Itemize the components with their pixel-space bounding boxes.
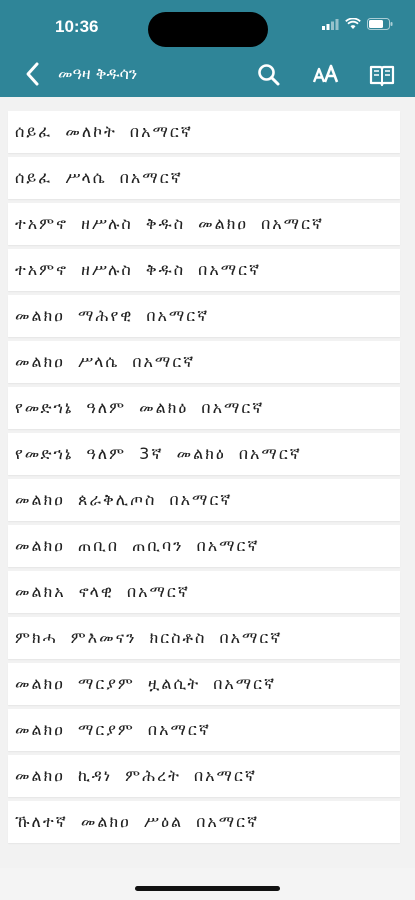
list-item-label: መልክዐ ጰራቅሊጦስ በአማርኛ	[15, 490, 233, 509]
signal-icon	[322, 18, 339, 30]
list-item-label: ሰይፈ ሥላሴ በአማርኛ	[15, 168, 183, 187]
list-item[interactable]: ሰይፈ ሥላሴ በአማርኛ	[8, 157, 400, 199]
battery-icon	[367, 18, 393, 30]
list-item[interactable]: ተአምኖ ዘሥሉስ ቅዱስ መልክዐ በአማርኛ	[8, 203, 400, 245]
list-item[interactable]: ተአምኖ ዘሥሉስ ቅዱስ በአማርኛ	[8, 249, 400, 291]
status-time: 10:36	[55, 17, 99, 36]
wifi-icon	[345, 18, 361, 29]
list-item[interactable]: መልክዐ ሥላሴ በአማርኛ	[8, 341, 400, 383]
list-item[interactable]: መልክዐ ማርያም ዟልሲት በአማርኛ	[8, 663, 400, 705]
book-icon[interactable]	[368, 62, 396, 88]
list-item[interactable]: ምክሓ ምእመናን ክርስቶስ በአማርኛ	[8, 617, 400, 659]
list-item[interactable]: የመድኀኔ ዓለም 3ኛ መልክዕ በአማርኛ	[8, 433, 400, 475]
list-item[interactable]: መልክዐ ጠቢበ ጠቢባን በአማርኛ	[8, 525, 400, 567]
list-item-label: ተአምኖ ዘሥሉስ ቅዱስ በአማርኛ	[15, 260, 262, 279]
list-item-label: መልክዐ ማርያም በአማርኛ	[15, 720, 211, 739]
list-item-label: መልክዐ ማርያም ዟልሲት በአማርኛ	[15, 674, 277, 693]
list-item[interactable]: መልክዐ ማርያም በአማርኛ	[8, 709, 400, 751]
list-item[interactable]: ኹለተኛ መልክዐ ሥዕል በአማርኛ	[8, 801, 400, 843]
app-header: 10:36 መዓዛ ቅዱሳን	[0, 0, 415, 97]
prayer-list: ሰይፈ መለኮት በአማርኛ ሰይፈ ሥላሴ በአማርኛ ተአምኖ ዘሥሉስ ቅ…	[8, 111, 400, 847]
list-item[interactable]: መልክዐ ማሕየዊ በአማርኛ	[8, 295, 400, 337]
list-item[interactable]: መልክአ ኖላዊ በአማርኛ	[8, 571, 400, 613]
status-bar: 10:36	[0, 0, 415, 50]
nav-bar: መዓዛ ቅዱሳን	[0, 52, 415, 97]
search-icon[interactable]	[256, 62, 282, 88]
list-item-label: መልክዐ ኪዳነ ምሕረት በአማርኛ	[15, 766, 257, 785]
home-indicator[interactable]	[135, 886, 280, 891]
list-item-label: የመድኀኔ ዓለም መልክዕ በአማርኛ	[15, 398, 265, 417]
list-item-label: መልክአ ኖላዊ በአማርኛ	[15, 582, 190, 601]
list-item[interactable]: መልክዐ ጰራቅሊጦስ በአማርኛ	[8, 479, 400, 521]
back-chevron-icon[interactable]	[22, 61, 44, 87]
list-item[interactable]: መልክዐ ኪዳነ ምሕረት በአማርኛ	[8, 755, 400, 797]
page-title: መዓዛ ቅዱሳን	[58, 64, 138, 83]
list-item-label: ተአምኖ ዘሥሉስ ቅዱስ መልክዐ በአማርኛ	[15, 214, 325, 233]
status-icons	[322, 18, 393, 30]
list-item-label: የመድኀኔ ዓለም 3ኛ መልክዕ በአማርኛ	[15, 444, 302, 463]
list-item-label: ምክሓ ምእመናን ክርስቶስ በአማርኛ	[15, 628, 283, 647]
list-item[interactable]: የመድኀኔ ዓለም መልክዕ በአማርኛ	[8, 387, 400, 429]
list-item-label: መልክዐ ሥላሴ በአማርኛ	[15, 352, 196, 371]
list-item-label: መልክዐ ማሕየዊ በአማርኛ	[15, 306, 210, 325]
list-item-label: ሰይፈ መለኮት በአማርኛ	[15, 122, 193, 141]
list-item[interactable]: ሰይፈ መለኮት በአማርኛ	[8, 111, 400, 153]
dynamic-island	[148, 12, 268, 47]
font-size-icon[interactable]	[312, 62, 340, 88]
list-item-label: ኹለተኛ መልክዐ ሥዕል በአማርኛ	[15, 812, 260, 831]
bottom-safe-area	[0, 868, 415, 900]
list-item-label: መልክዐ ጠቢበ ጠቢባን በአማርኛ	[15, 536, 260, 555]
